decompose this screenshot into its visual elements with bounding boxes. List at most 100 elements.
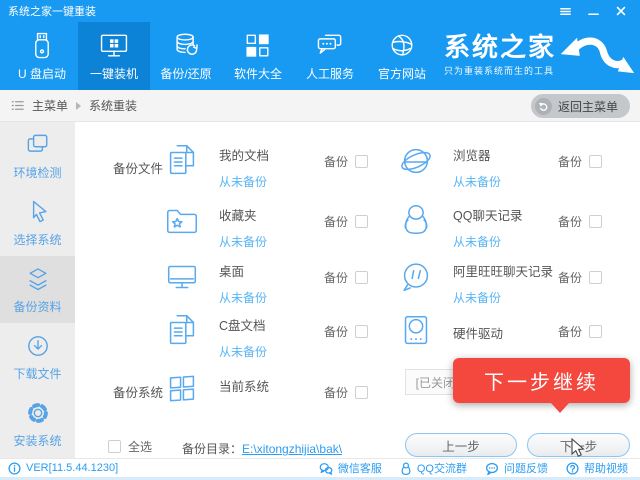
sidebar-item-download-files[interactable]: 下载文件: [0, 323, 75, 390]
backup-directory-label: 备份目录：: [182, 442, 242, 456]
row-title: C盘文档: [219, 315, 267, 334]
sidebar: 环境检测 选择系统 备份资料 下载文件 安装系统: [0, 122, 75, 458]
wechat-support-link[interactable]: 微信客服: [319, 460, 382, 476]
backup-label: 备份: [324, 323, 348, 340]
row-status: 从未备份: [219, 233, 267, 250]
navbar: U 盘启动 一键装机 备份/还原 软件大全 人工服务 官方网站 系统之家 只为重…: [0, 22, 640, 90]
layers-icon: [24, 265, 52, 293]
backup-panel: 备份文件 备份系统 我的文档从未备份 备份 收藏夹从未备份 备份 桌面从未备份 …: [75, 122, 640, 458]
back-arrow-icon: [535, 98, 552, 115]
backup-checkbox[interactable]: [355, 215, 368, 228]
windows-logo-icon: [163, 368, 201, 406]
backup-row-favorites: 收藏夹从未备份 备份: [163, 202, 368, 250]
footer-links: 微信客服 QQ交流群 问题反馈 帮助视频: [319, 460, 632, 476]
backup-checkbox[interactable]: [589, 155, 602, 168]
row-title: 收藏夹: [219, 205, 267, 224]
breadcrumb: 主菜单 系统重装 返回主菜单: [0, 90, 640, 122]
backup-checkbox[interactable]: [355, 271, 368, 284]
back-button-label: 返回主菜单: [558, 98, 618, 115]
footer-link-label: QQ交流群: [417, 460, 467, 476]
sidebar-item-install-system[interactable]: 安装系统: [0, 390, 75, 457]
row-status: 从未备份: [453, 173, 501, 190]
backup-row-desktop: 桌面从未备份 备份: [163, 258, 368, 306]
backup-checkbox[interactable]: [589, 271, 602, 284]
qq-icon: [400, 462, 412, 475]
footer-link-label: 微信客服: [338, 460, 382, 476]
backup-label: 备份: [324, 384, 348, 401]
wangwang-icon: [397, 258, 435, 296]
backup-checkbox[interactable]: [589, 325, 602, 338]
nav-label: 人工服务: [306, 65, 354, 82]
bottom-bar: 全选 备份目录：E:\xitongzhijia\bak\ 上一步 下一步: [75, 433, 640, 459]
brand-text: 系统之家 只为重装系统而生的工具: [444, 33, 556, 77]
cursor-arrow-icon: [24, 198, 52, 226]
brand-logo: 系统之家 只为重装系统而生的工具: [444, 31, 636, 79]
nav-label: 官方网站: [378, 65, 426, 82]
row-title: 桌面: [219, 261, 267, 280]
feedback-bubble-icon: [485, 462, 499, 475]
sidebar-item-select-system[interactable]: 选择系统: [0, 189, 75, 256]
row-status: 从未备份: [453, 233, 522, 250]
feedback-link[interactable]: 问题反馈: [485, 460, 548, 476]
nav-label: U 盘启动: [18, 65, 66, 82]
question-icon: [566, 462, 579, 475]
hardware-drive-icon: [397, 312, 435, 350]
backup-checkbox[interactable]: [355, 386, 368, 399]
help-video-link[interactable]: 帮助视频: [566, 460, 628, 476]
backup-checkbox[interactable]: [589, 215, 602, 228]
back-to-main-menu-button[interactable]: 返回主菜单: [531, 94, 630, 118]
row-title: 当前系统: [219, 376, 269, 395]
folder-star-icon: [163, 202, 201, 240]
menu-icon[interactable]: [558, 4, 572, 18]
row-status: 从未备份: [219, 173, 269, 190]
close-icon[interactable]: [614, 4, 628, 18]
nav-label: 备份/还原: [160, 65, 211, 82]
breadcrumb-root[interactable]: 主菜单: [32, 97, 68, 114]
mouse-cursor: [570, 438, 586, 458]
nav-customer-service[interactable]: 人工服务: [294, 22, 366, 90]
backup-row-current-system: 当前系统 备份: [163, 368, 368, 416]
backup-directory-link[interactable]: E:\xitongzhijia\bak\: [242, 442, 342, 456]
row-title: 阿里旺旺聊天记录: [453, 261, 553, 280]
breadcrumb-arrow-icon: [76, 102, 81, 110]
footer-link-label: 帮助视频: [584, 460, 628, 476]
backup-directory: 备份目录：E:\xitongzhijia\bak\: [182, 440, 342, 457]
gear-icon: [24, 399, 52, 427]
version-info: VER[11.5.44.1230]: [8, 462, 118, 475]
nav-software-collection[interactable]: 软件大全: [222, 22, 294, 90]
software-grid-icon: [242, 30, 274, 62]
sidebar-item-env-check[interactable]: 环境检测: [0, 122, 75, 189]
nav-backup-restore[interactable]: 备份/还原: [150, 22, 222, 90]
sidebar-label: 选择系统: [13, 231, 61, 248]
nav-usb-boot[interactable]: U 盘启动: [6, 22, 78, 90]
backup-files-label: 备份文件: [113, 158, 163, 177]
backup-row-browser: 浏览器从未备份 备份: [397, 142, 602, 190]
backup-label: 备份: [558, 323, 582, 340]
minimize-icon[interactable]: [586, 4, 600, 18]
backup-label: 备份: [324, 213, 348, 230]
sidebar-label: 下载文件: [13, 365, 61, 382]
nav-one-click-install[interactable]: 一键装机: [78, 22, 150, 90]
backup-label: 备份: [558, 153, 582, 170]
list-icon: [10, 98, 25, 113]
backup-checkbox[interactable]: [355, 155, 368, 168]
backup-label: 备份: [558, 269, 582, 286]
sidebar-item-backup-data[interactable]: 备份资料: [0, 256, 75, 323]
window-title: 系统之家一键重装: [8, 3, 96, 19]
select-all-checkbox[interactable]: [108, 440, 121, 453]
browser-ie-icon: [397, 142, 435, 180]
backup-system-label: 备份系统: [113, 382, 163, 401]
previous-step-button[interactable]: 上一步: [405, 433, 517, 457]
row-title: 硬件驱动: [453, 323, 503, 342]
info-icon: [8, 462, 21, 475]
nav-official-website[interactable]: 官方网站: [366, 22, 438, 90]
qq-group-link[interactable]: QQ交流群: [400, 460, 467, 476]
select-all-label: 全选: [128, 438, 152, 455]
wechat-icon: [319, 462, 333, 475]
backup-row-c-drive-docs: C盘文档从未备份 备份: [163, 312, 368, 360]
monitor-windows-icon: [98, 30, 130, 62]
documents-icon: [163, 312, 201, 350]
nav-label: 一键装机: [90, 65, 138, 82]
breadcrumb-current: 系统重装: [89, 97, 137, 114]
backup-checkbox[interactable]: [355, 325, 368, 338]
